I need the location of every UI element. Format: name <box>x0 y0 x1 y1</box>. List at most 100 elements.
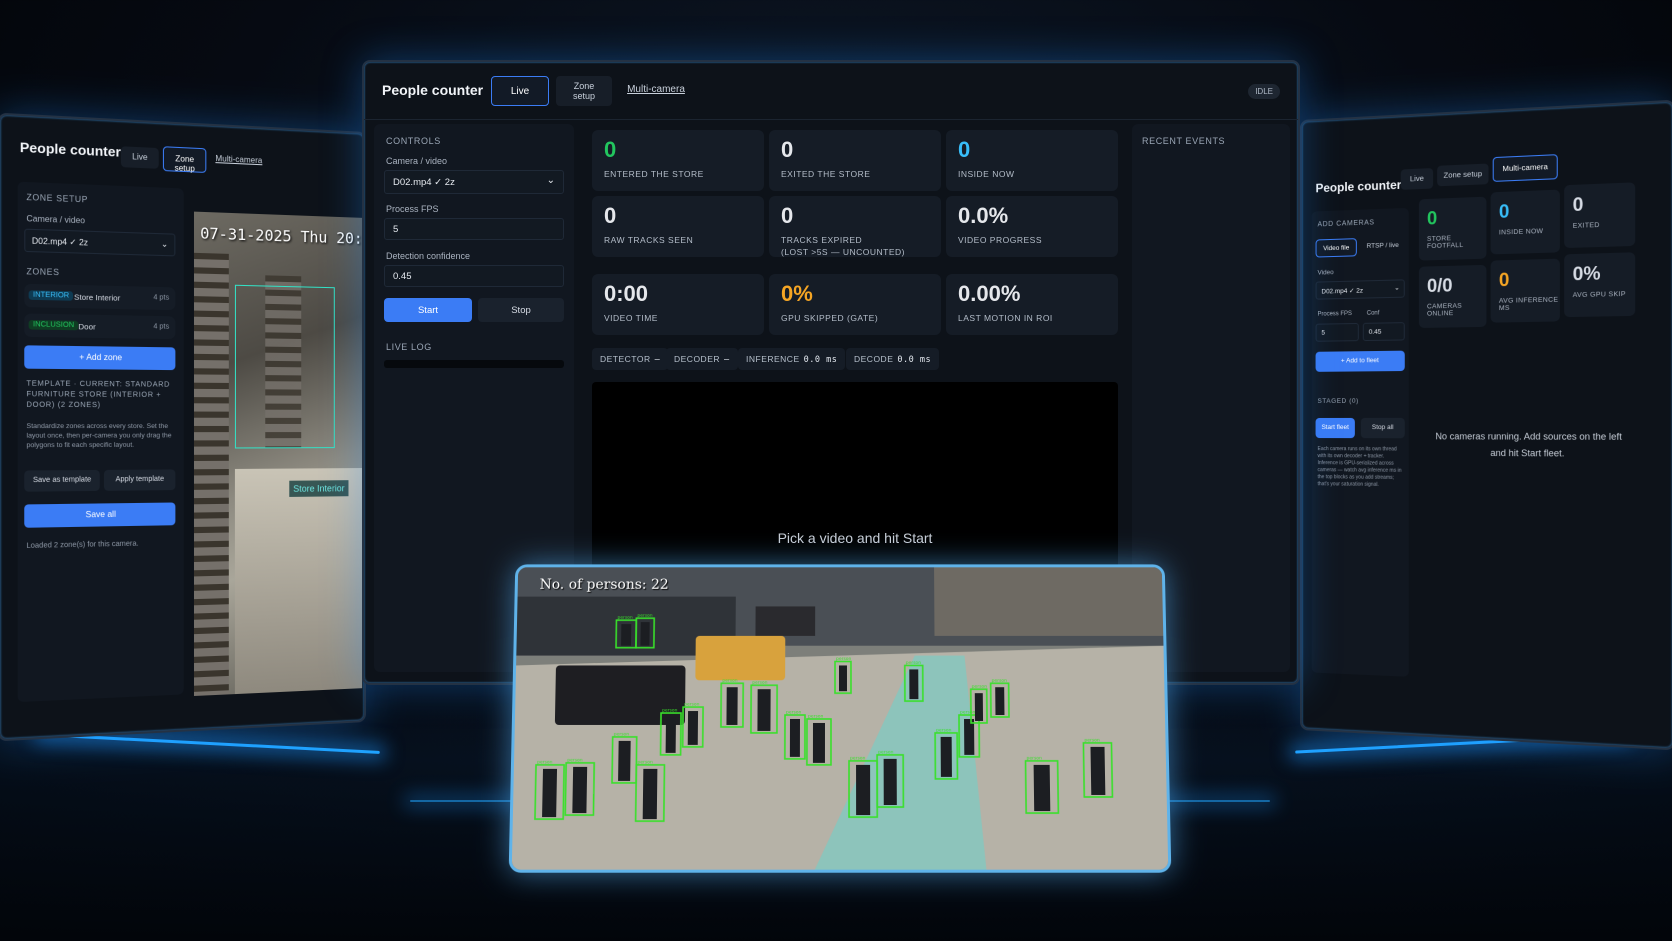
chip-label: DETECTOR <box>600 354 651 364</box>
tab-multi-camera[interactable]: Multi-camera <box>210 154 267 166</box>
app-title: People counter <box>19 139 121 160</box>
person-figure <box>964 718 975 755</box>
add-to-fleet-button[interactable]: + Add to fleet <box>1315 350 1405 372</box>
tab-multi-camera[interactable]: Multi-camera <box>620 84 692 95</box>
live-log <box>384 360 564 368</box>
person-count-overlay: No. of persons: 22 <box>539 577 669 593</box>
video-select[interactable]: D02.mp4 ✓ 2z ⌄ <box>1315 279 1405 300</box>
camera-select[interactable]: D02.mp4 ✓ 2z ⌄ <box>384 170 564 194</box>
chevron-down-icon: ⌄ <box>546 175 555 186</box>
person-figure <box>618 740 631 781</box>
tab-label-line: setup <box>572 91 596 101</box>
chevron-down-icon: ⌄ <box>161 239 169 249</box>
chip-value: 0.0 ms <box>897 355 932 365</box>
source-tab-video-file[interactable]: Video file <box>1315 238 1357 258</box>
stat-label: GPU SKIPPED (GATE) <box>781 313 879 323</box>
person-figure <box>1033 764 1051 812</box>
zone-label: Store Interior <box>289 480 349 497</box>
stop-button[interactable]: Stop <box>478 298 564 322</box>
stat-inside-now: 0 INSIDE NOW <box>1490 189 1560 255</box>
sofa-area <box>234 468 363 695</box>
save-template-button[interactable]: Save as template <box>24 469 100 492</box>
zone-item[interactable]: INCLUSION Door 4 pts <box>24 313 176 340</box>
fleet-empty-message: No cameras running. Add sources on the l… <box>1419 428 1640 462</box>
confidence-input[interactable]: 0.45 <box>384 265 564 287</box>
stat-value: 0 <box>958 137 971 162</box>
tab-zone-setup[interactable]: Zone setup <box>556 76 612 106</box>
detection-label: person <box>614 731 630 737</box>
stat-value: 0 <box>781 137 794 162</box>
person-figure <box>726 687 738 725</box>
stat-value: 0.0% <box>958 203 1009 228</box>
stat-last-motion: 0.00% LAST MOTION IN ROI <box>946 274 1118 335</box>
detection-label: person <box>722 678 738 684</box>
apply-template-button[interactable]: Apply template <box>103 469 176 491</box>
stat-value: 0 <box>1498 269 1510 291</box>
inference-chip: INFERENCE 0.0 ms <box>738 348 846 370</box>
detection-label: person <box>936 727 952 733</box>
detection-label: person <box>662 708 678 714</box>
stat-video-time: 0:00 VIDEO TIME <box>592 274 764 335</box>
stat-value: 0.00% <box>958 281 1021 306</box>
stat-avg-inference: 0 AVG INFERENCE MS <box>1490 258 1560 323</box>
person-figure <box>839 665 847 692</box>
stat-value: 0 <box>604 137 617 162</box>
decode-chip: DECODE 0.0 ms <box>846 348 940 370</box>
app-title: People counter <box>1315 177 1402 196</box>
detector-chip: DETECTOR – <box>592 348 669 370</box>
chip-value: 0.0 ms <box>803 355 838 365</box>
tab-multi-camera[interactable]: Multi-camera <box>1492 154 1558 182</box>
tab-live[interactable]: Live <box>491 76 549 106</box>
detection-label: person <box>960 710 976 716</box>
status-badge: IDLE <box>1248 84 1280 99</box>
fps-input[interactable]: 5 <box>1315 322 1359 342</box>
stat-label-line: TRACKS EXPIRED <box>781 235 863 245</box>
start-fleet-button[interactable]: Start fleet <box>1315 417 1355 439</box>
stat-label: STORE FOOTFALL <box>1427 235 1464 251</box>
camera-select[interactable]: D02.mp4 ✓ 2z ⌄ <box>24 228 176 257</box>
person-figure <box>974 693 984 721</box>
zone-sidebar: ZONE SETUP Camera / video D02.mp4 ✓ 2z ⌄… <box>17 181 184 703</box>
stat-tracks-expired: 0 TRACKS EXPIRED (LOST >5S — UNCOUNTED) <box>769 196 941 257</box>
start-button[interactable]: Start <box>384 298 472 322</box>
stat-label: AVG INFERENCE MS <box>1498 296 1559 313</box>
chevron-down-icon: ⌄ <box>1394 284 1400 292</box>
video-label: Video <box>1317 269 1334 277</box>
top-bar: People counter Live Zone setup Multi-cam… <box>364 62 1298 120</box>
person-figure <box>542 768 558 818</box>
save-all-button[interactable]: Save all <box>24 502 176 528</box>
template-description: Standardize zones across every store. Se… <box>26 422 172 450</box>
stat-value: 0 <box>781 203 794 228</box>
fps-input[interactable]: 5 <box>384 218 564 240</box>
add-cameras-heading: ADD CAMERAS <box>1317 219 1375 229</box>
shelf-left <box>193 252 229 696</box>
detection-label: person <box>836 656 852 662</box>
detection-label: person <box>1026 755 1042 761</box>
loaded-message: Loaded 2 zone(s) for this camera. <box>26 540 139 551</box>
stat-store-footfall: 0 STORE FOOTFALL <box>1418 196 1487 261</box>
person-figure <box>812 722 825 763</box>
chip-value: – <box>654 355 661 365</box>
detection-label: person <box>850 755 866 761</box>
person-figure <box>856 764 871 816</box>
source-tab-rtsp[interactable]: RTSP / live <box>1361 239 1405 251</box>
tab-zone-setup[interactable]: Zone setup <box>162 146 207 173</box>
zone-polygon[interactable] <box>234 284 335 449</box>
person-figure <box>642 768 658 820</box>
chip-label: INFERENCE <box>746 354 800 364</box>
live-log-heading: LIVE LOG <box>386 342 432 352</box>
stat-value: 0 <box>1427 207 1438 229</box>
detection-label: person <box>567 757 583 763</box>
tab-label-line: Zone <box>573 81 595 91</box>
add-zone-button[interactable]: + Add zone <box>24 345 176 371</box>
zone-item[interactable]: INTERIOR Store Interior 4 pts <box>24 283 176 311</box>
conf-input[interactable]: 0.45 <box>1362 322 1405 342</box>
cctv-frame[interactable]: 07-31-2025 Thu 20:57:23 Store Interior <box>193 211 363 696</box>
tab-live[interactable]: Live <box>120 146 159 169</box>
stop-all-button[interactable]: Stop all <box>1360 417 1405 439</box>
stat-label: INSIDE NOW <box>958 169 1015 179</box>
tab-zone-setup[interactable]: Zone setup <box>1437 163 1489 187</box>
tab-live[interactable]: Live <box>1400 168 1434 190</box>
detection-label: person <box>684 702 700 708</box>
person-figure <box>789 718 800 757</box>
